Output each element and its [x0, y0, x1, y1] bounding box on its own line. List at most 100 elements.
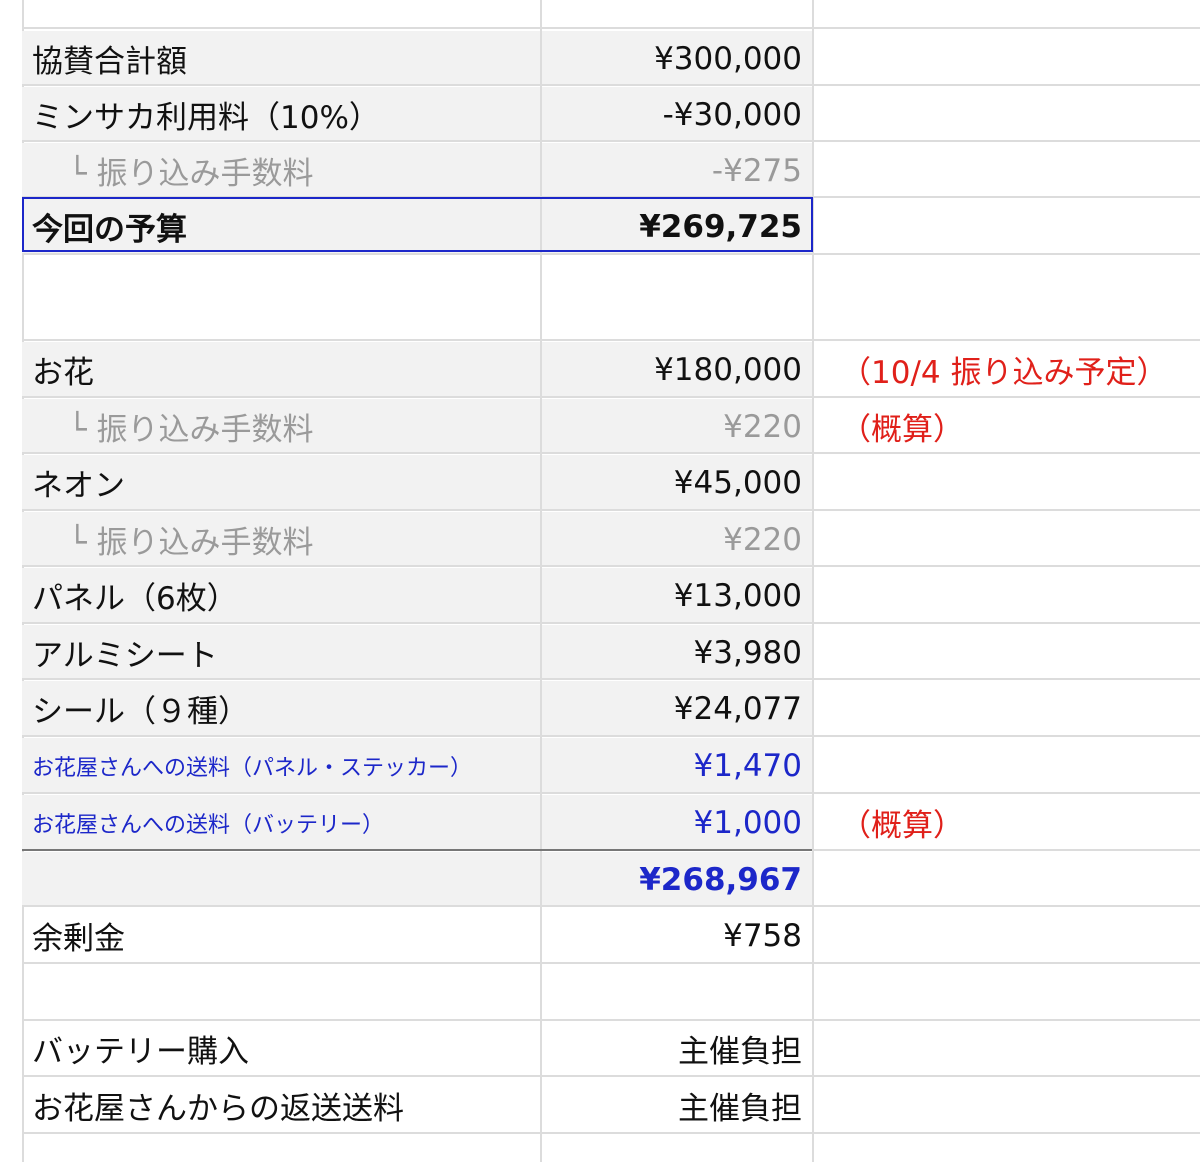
label-cell[interactable]: シール（９種）: [22, 681, 540, 736]
label-cell[interactable]: └ 振り込み手数料: [22, 143, 540, 198]
row-gridline: [22, 140, 1200, 142]
platform-fee-row: ミンサカ利用料（10%） -¥30,000: [22, 87, 1200, 142]
row-gridline: [22, 1132, 1200, 1134]
amount-cell[interactable]: [542, 965, 812, 1020]
row-gridline: [22, 565, 1200, 567]
spreadsheet[interactable]: 協賛合計額 ¥300,000 ミンサカ利用料（10%） -¥30,000 └ 振り込み手…: [0, 0, 1200, 1162]
amount-cell[interactable]: ¥3,980: [542, 625, 812, 680]
row-gridline: [22, 1075, 1200, 1077]
row-gridline: [22, 962, 1200, 964]
note-cell[interactable]: [814, 31, 1200, 86]
label-cell[interactable]: バッテリー購入: [22, 1021, 540, 1076]
label-cell[interactable]: [22, 965, 540, 1020]
header-row: [22, 0, 1200, 29]
label-cell[interactable]: 余剰金: [22, 908, 540, 963]
note-cell[interactable]: [814, 738, 1200, 793]
note-cell[interactable]: [814, 852, 1200, 907]
note-cell[interactable]: [814, 199, 1200, 254]
label-cell[interactable]: お花屋さんからの返送送料: [22, 1078, 540, 1133]
amount-cell[interactable]: [542, 256, 812, 311]
budget-row: 今回の予算 ¥269,725: [22, 199, 1200, 254]
label-cell[interactable]: アルミシート: [22, 625, 540, 680]
amount-cell[interactable]: 主催負担: [542, 1078, 812, 1133]
row-gridline: [22, 196, 1200, 198]
sticker-row: シール（９種） ¥24,077: [22, 681, 1200, 736]
label-cell[interactable]: └ 振り込み手数料: [22, 512, 540, 567]
neon-row: ネオン ¥45,000: [22, 455, 1200, 510]
note-cell[interactable]: [814, 965, 1200, 1020]
label-cell[interactable]: パネル（6枚）: [22, 568, 540, 623]
label-cell[interactable]: お花屋さんへの送料（パネル・ステッカー）: [22, 738, 540, 793]
note-cell[interactable]: [814, 455, 1200, 510]
amount-cell[interactable]: ¥300,000: [542, 31, 812, 86]
note-cell[interactable]: [814, 625, 1200, 680]
note-cell[interactable]: [814, 256, 1200, 311]
row-gridline: [22, 905, 1200, 907]
expense-total-row: ¥268,967: [22, 852, 1200, 907]
row-gridline: [22, 678, 1200, 680]
label-cell[interactable]: [22, 852, 540, 907]
transfer-fee-row-3: └ 振り込み手数料 ¥220: [22, 512, 1200, 567]
row-gridline: [22, 84, 1200, 86]
sponsorship-total-row: 協賛合計額 ¥300,000: [22, 31, 1200, 86]
row-gridline: [22, 253, 1200, 255]
row-gridline: [22, 735, 1200, 737]
label-cell[interactable]: お花屋さんへの送料（バッテリー）: [22, 795, 540, 850]
amount-cell[interactable]: ¥45,000: [542, 455, 812, 510]
amount-cell[interactable]: [542, 0, 812, 29]
row-gridline: [22, 509, 1200, 511]
row-gridline: [22, 792, 1200, 794]
row-gridline: [22, 622, 1200, 624]
label-cell[interactable]: [22, 0, 540, 29]
note-cell[interactable]: [814, 0, 1200, 29]
note-cell[interactable]: （概算）: [814, 795, 1200, 850]
label-cell[interactable]: [22, 256, 540, 311]
amount-cell[interactable]: ¥13,000: [542, 568, 812, 623]
label-cell[interactable]: お花: [22, 342, 540, 397]
surplus-row: 余剰金 ¥758: [22, 908, 1200, 963]
amount-cell[interactable]: ¥220: [542, 399, 812, 454]
amount-cell[interactable]: ¥269,725: [542, 199, 812, 254]
panel-row: パネル（6枚） ¥13,000: [22, 568, 1200, 623]
note-cell[interactable]: [814, 87, 1200, 142]
amount-cell[interactable]: ¥180,000: [542, 342, 812, 397]
spacer-row-2: [22, 965, 1200, 1020]
amount-cell[interactable]: ¥1,470: [542, 738, 812, 793]
aluminum-sheet-row: アルミシート ¥3,980: [22, 625, 1200, 680]
battery-purchase-row: バッテリー購入 主催負担: [22, 1021, 1200, 1076]
amount-cell[interactable]: ¥24,077: [542, 681, 812, 736]
note-cell[interactable]: [814, 568, 1200, 623]
note-cell[interactable]: [814, 908, 1200, 963]
transfer-fee-row-2: └ 振り込み手数料 ¥220 （概算）: [22, 399, 1200, 454]
amount-cell[interactable]: ¥1,000: [542, 795, 812, 850]
label-cell[interactable]: ネオン: [22, 455, 540, 510]
row-gridline: [22, 1019, 1200, 1021]
shipping-battery-row: お花屋さんへの送料（バッテリー） ¥1,000 （概算）: [22, 795, 1200, 850]
transfer-fee-row-1: └ 振り込み手数料 -¥275: [22, 143, 1200, 198]
row-gridline: [22, 452, 1200, 454]
row-gridline: [22, 396, 1200, 398]
label-cell[interactable]: 協賛合計額: [22, 31, 540, 86]
label-cell[interactable]: ミンサカ利用料（10%）: [22, 87, 540, 142]
label-cell[interactable]: └ 振り込み手数料: [22, 399, 540, 454]
note-cell[interactable]: [814, 143, 1200, 198]
amount-cell[interactable]: ¥220: [542, 512, 812, 567]
amount-cell[interactable]: -¥275: [542, 143, 812, 198]
note-cell[interactable]: [814, 512, 1200, 567]
total-separator-line: [22, 849, 812, 851]
row-gridline: [22, 27, 1200, 29]
note-cell[interactable]: [814, 1021, 1200, 1076]
flowers-row: お花 ¥180,000 （10/4 振り込み予定）: [22, 342, 1200, 397]
note-cell[interactable]: [814, 1078, 1200, 1133]
note-cell[interactable]: [814, 681, 1200, 736]
note-cell[interactable]: （概算）: [814, 399, 1200, 454]
shipping-panel-sticker-row: お花屋さんへの送料（パネル・ステッカー） ¥1,470: [22, 738, 1200, 793]
amount-cell[interactable]: ¥268,967: [542, 852, 812, 907]
label-cell[interactable]: 今回の予算: [22, 199, 540, 254]
amount-cell[interactable]: -¥30,000: [542, 87, 812, 142]
amount-cell[interactable]: ¥758: [542, 908, 812, 963]
amount-cell[interactable]: 主催負担: [542, 1021, 812, 1076]
row-gridline: [22, 339, 1200, 341]
spacer-row: [22, 256, 1200, 311]
note-cell[interactable]: （10/4 振り込み予定）: [814, 342, 1200, 397]
